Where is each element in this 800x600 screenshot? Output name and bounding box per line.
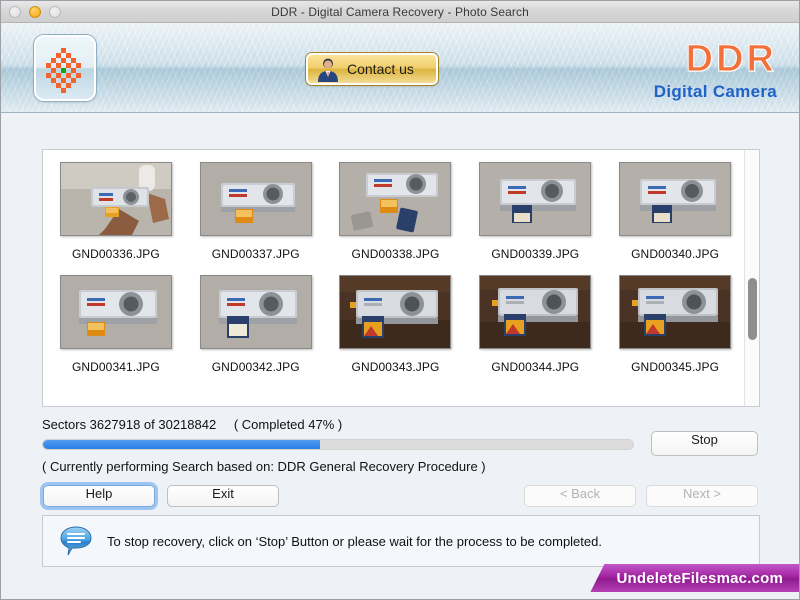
photo-thumbnail — [479, 162, 592, 236]
photo-item[interactable]: GND00338.JPG — [333, 162, 459, 261]
photo-filename: GND00337.JPG — [211, 247, 300, 261]
zoom-icon[interactable] — [49, 6, 61, 18]
photo-row: GND00341.JPG GND00342.JPG GND00343.JPG G… — [53, 275, 738, 374]
window-title: DDR - Digital Camera Recovery - Photo Se… — [271, 4, 529, 19]
brand-subtitle: Digital Camera — [653, 82, 777, 101]
photo-filename: GND00341.JPG — [71, 360, 160, 374]
progress-bar — [42, 439, 634, 450]
brand-block: DDR Digital Camera — [654, 39, 777, 102]
photo-thumbnail — [479, 275, 592, 349]
person-avatar-icon — [318, 58, 338, 82]
photo-thumbnail — [59, 162, 172, 236]
photo-thumbnail — [59, 275, 172, 349]
photo-thumbnail — [199, 162, 312, 236]
app-logo — [34, 35, 96, 101]
progress-bar-fill — [43, 440, 321, 449]
ddr-checker-flower-logo — [46, 48, 81, 93]
minimize-icon[interactable] — [29, 6, 41, 18]
application-window: DDR - Digital Camera Recovery - Photo Se… — [0, 0, 800, 600]
photo-filename: GND00345.JPG — [631, 360, 720, 374]
photo-item[interactable]: GND00337.JPG — [193, 162, 319, 261]
title-bar: DDR - Digital Camera Recovery - Photo Se… — [1, 1, 799, 23]
help-button[interactable]: Help — [43, 485, 155, 507]
window-controls — [9, 6, 61, 18]
photo-filename: GND00342.JPG — [211, 360, 300, 374]
photo-item[interactable]: GND00341.JPG — [53, 275, 179, 374]
speech-bubble-info-icon — [60, 526, 92, 556]
scrollbar-thumb[interactable] — [748, 278, 757, 340]
photo-grid: GND00336.JPG GND00337.JPG GND00338.JPG G… — [43, 150, 744, 406]
photo-filename: GND00343.JPG — [351, 360, 440, 374]
photo-results-panel: GND00336.JPG GND00337.JPG GND00338.JPG G… — [42, 149, 760, 407]
contact-us-label: Contact us — [347, 61, 414, 77]
photo-filename: GND00339.JPG — [491, 247, 580, 261]
completed-percent-label: ( Completed 47% ) — [233, 417, 343, 432]
photo-thumbnail — [339, 162, 452, 236]
photo-thumbnail — [619, 162, 732, 236]
next-button: Next > — [646, 485, 758, 507]
photo-filename: GND00336.JPG — [71, 247, 160, 261]
contact-us-button[interactable]: Contact us — [306, 53, 438, 85]
sector-count-label: Sectors 3627918 of 30218842 — [42, 417, 217, 432]
photo-filename: GND00340.JPG — [631, 247, 720, 261]
exit-button[interactable]: Exit — [167, 485, 279, 507]
photo-item[interactable]: GND00344.JPG — [472, 275, 598, 374]
photo-item[interactable]: GND00342.JPG — [193, 275, 319, 374]
close-icon[interactable] — [9, 6, 21, 18]
photo-filename: GND00344.JPG — [491, 360, 580, 374]
app-toolbar: Contact us DDR Digital Camera — [1, 23, 799, 113]
photo-item[interactable]: GND00340.JPG — [612, 162, 738, 261]
watermark-banner: UndeleteFilesmac.com — [590, 564, 799, 592]
procedure-status-label: ( Currently performing Search based on: … — [42, 459, 486, 474]
photo-thumbnail — [619, 275, 732, 349]
main-content: GND00336.JPG GND00337.JPG GND00338.JPG G… — [1, 113, 799, 599]
photo-thumbnail — [199, 275, 312, 349]
photo-item[interactable]: GND00336.JPG — [53, 162, 179, 261]
photo-filename: GND00338.JPG — [351, 247, 440, 261]
photo-thumbnail — [339, 275, 452, 349]
photo-item[interactable]: GND00345.JPG — [612, 275, 738, 374]
photo-item[interactable]: GND00343.JPG — [333, 275, 459, 374]
info-message-text: To stop recovery, click on ‘Stop’ Button… — [107, 533, 602, 549]
photo-panel-scrollbar[interactable] — [744, 150, 759, 406]
stop-button[interactable]: Stop — [651, 431, 758, 456]
photo-item[interactable]: GND00339.JPG — [472, 162, 598, 261]
info-message-box: To stop recovery, click on ‘Stop’ Button… — [42, 515, 760, 567]
photo-row: GND00336.JPG GND00337.JPG GND00338.JPG G… — [53, 162, 738, 261]
brand-title: DDR — [685, 38, 777, 80]
sector-status: Sectors 3627918 of 30218842 ( Completed … — [42, 417, 342, 432]
back-button: < Back — [524, 485, 636, 507]
